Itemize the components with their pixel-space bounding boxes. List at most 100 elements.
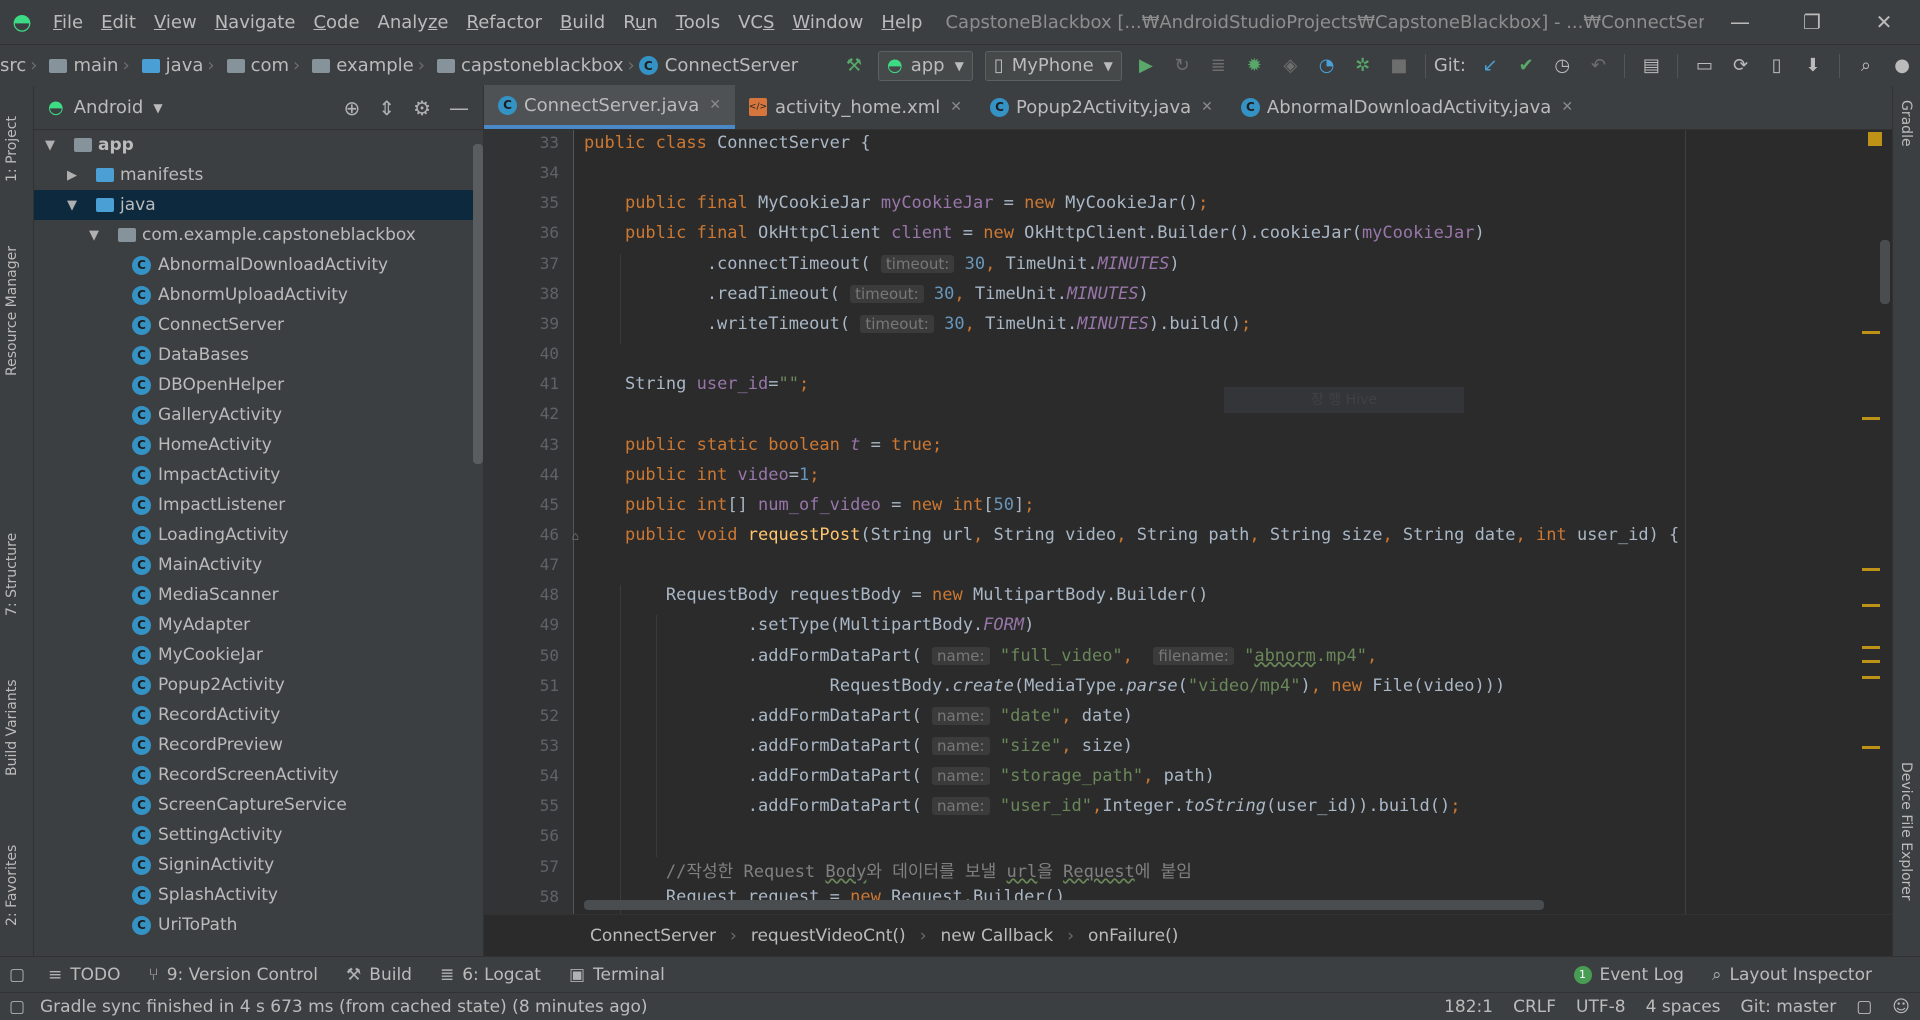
code-line[interactable]: .readTimeout( timeout: 30, TimeUnit.MINU… bbox=[584, 284, 1149, 304]
device-manager-icon[interactable]: ▯ bbox=[1762, 50, 1792, 82]
sync-gradle-icon[interactable]: ⟳ bbox=[1726, 50, 1756, 82]
tool-tab-structure[interactable]: 7: Structure bbox=[4, 506, 20, 616]
nav-crumb-capstoneblackbox[interactable]: capstoneblackbox › bbox=[429, 55, 639, 76]
code-line[interactable]: .addFormDataPart( name: "date", date) bbox=[584, 706, 1133, 726]
tool-window-build[interactable]: ⚒ Build bbox=[346, 965, 412, 985]
code-crumb[interactable]: requestVideoCnt() bbox=[751, 926, 906, 946]
gear-icon[interactable]: ⚙ bbox=[413, 96, 431, 120]
run-config-select[interactable]: ◓ app ▼ bbox=[877, 50, 973, 81]
warning-marker[interactable] bbox=[1862, 676, 1880, 679]
warning-icon[interactable] bbox=[1868, 132, 1882, 146]
chevron-down-icon[interactable]: ▼ bbox=[42, 138, 58, 153]
menu-refactor[interactable]: Refactor bbox=[457, 12, 551, 33]
tree-item-com-example-capstoneblackbox[interactable]: ▼ com.example.capstoneblackbox bbox=[34, 220, 483, 250]
git-history-icon[interactable]: ◷ bbox=[1547, 50, 1577, 82]
tree-item-impactlistener[interactable]: C ImpactListener bbox=[34, 490, 483, 520]
chevron-down-icon[interactable]: ▼ bbox=[153, 101, 162, 115]
code-line[interactable]: public static boolean t = true; bbox=[584, 435, 942, 455]
close-tab-icon[interactable]: ✕ bbox=[709, 97, 721, 113]
git-update-icon[interactable]: ↙ bbox=[1475, 50, 1505, 82]
code-line[interactable]: public void requestPost(String url, Stri… bbox=[584, 525, 1679, 545]
tree-item-recordpreview[interactable]: C RecordPreview bbox=[34, 730, 483, 760]
editor-tab[interactable]: </> activity_home.xml ✕ bbox=[735, 85, 976, 129]
warning-marker[interactable] bbox=[1862, 417, 1880, 420]
hide-panel-icon[interactable]: — bbox=[449, 96, 469, 120]
tree-item-databases[interactable]: C DataBases bbox=[34, 340, 483, 370]
editor-tab[interactable]: C ConnectServer.java ✕ bbox=[484, 85, 735, 129]
tree-item-homeactivity[interactable]: C HomeActivity bbox=[34, 430, 483, 460]
close-button[interactable]: ✕ bbox=[1848, 10, 1920, 34]
minimize-button[interactable]: — bbox=[1704, 10, 1776, 34]
toggle-tool-windows-icon[interactable]: ▢ bbox=[0, 965, 34, 985]
close-tab-icon[interactable]: ✕ bbox=[1201, 99, 1213, 115]
tree-item-popup2activity[interactable]: C Popup2Activity bbox=[34, 670, 483, 700]
code-crumb[interactable]: onFailure() bbox=[1088, 926, 1178, 946]
file-encoding[interactable]: UTF-8 bbox=[1576, 997, 1626, 1017]
stop-icon[interactable]: ■ bbox=[1384, 50, 1414, 82]
tree-item-galleryactivity[interactable]: C GalleryActivity bbox=[34, 400, 483, 430]
tool-tab-device-file-explorer[interactable]: Device File Explorer bbox=[1898, 762, 1914, 952]
tree-item-signinactivity[interactable]: C SigninActivity bbox=[34, 850, 483, 880]
coverage-icon[interactable]: ◈ bbox=[1275, 50, 1305, 82]
tree-item-recordactivity[interactable]: C RecordActivity bbox=[34, 700, 483, 730]
tool-tab-resource-manager[interactable]: Resource Manager bbox=[4, 236, 20, 376]
code-line[interactable]: .addFormDataPart( name: "full_video", fi… bbox=[584, 646, 1377, 666]
nav-crumb-example[interactable]: example › bbox=[304, 55, 429, 76]
status-message[interactable]: Gradle sync finished in 4 s 673 ms (from… bbox=[40, 997, 1424, 1017]
menu-code[interactable]: Code bbox=[304, 12, 368, 33]
chevron-down-icon[interactable]: ▼ bbox=[86, 228, 102, 243]
close-tab-icon[interactable]: ✕ bbox=[1561, 99, 1573, 115]
tree-item-connectserver[interactable]: C ConnectServer bbox=[34, 310, 483, 340]
warning-marker[interactable] bbox=[1862, 746, 1880, 749]
caret-position[interactable]: 182:1 bbox=[1444, 997, 1493, 1017]
tool-window-terminal[interactable]: ▣ Terminal bbox=[569, 965, 665, 985]
nav-crumb-connectserver[interactable]: C ConnectServer bbox=[638, 55, 798, 76]
tool-tab-project[interactable]: 1: Project bbox=[4, 92, 20, 182]
code-crumb[interactable]: ConnectServer bbox=[590, 926, 716, 946]
code-lines[interactable]: public class ConnectServer { public fina… bbox=[584, 130, 1856, 914]
code-line[interactable]: public final MyCookieJar myCookieJar = n… bbox=[584, 193, 1208, 213]
editor-vertical-scrollbar[interactable] bbox=[1880, 240, 1890, 304]
code-line[interactable]: .setType(MultipartBody.FORM) bbox=[584, 615, 1035, 635]
git-branch[interactable]: Git: master bbox=[1741, 997, 1837, 1017]
tool-tab-gradle[interactable]: Gradle bbox=[1898, 100, 1914, 180]
code-line[interactable]: .writeTimeout( timeout: 30, TimeUnit.MIN… bbox=[584, 314, 1251, 334]
profile-icon[interactable]: ◔ bbox=[1312, 50, 1342, 82]
code-line[interactable]: RequestBody.create(MediaType.parse("vide… bbox=[584, 676, 1506, 696]
tree-item-uritopath[interactable]: C UriToPath bbox=[34, 910, 483, 940]
code-line[interactable]: public class ConnectServer { bbox=[584, 133, 871, 153]
tree-item-dbopenhelper[interactable]: C DBOpenHelper bbox=[34, 370, 483, 400]
chevron-down-icon[interactable]: ▼ bbox=[64, 198, 80, 213]
chevron-right-icon[interactable]: ▶ bbox=[64, 168, 80, 183]
device-select[interactable]: ▯ MyPhone ▼ bbox=[984, 50, 1122, 81]
status-toggle-icon[interactable]: ▢ bbox=[0, 997, 34, 1017]
avd-manager-icon[interactable]: ▭ bbox=[1689, 50, 1719, 82]
warning-marker[interactable] bbox=[1862, 568, 1880, 571]
code-crumb[interactable]: new Callback bbox=[941, 926, 1054, 946]
fold-icon[interactable]: ⌂ bbox=[572, 529, 579, 543]
restore-button[interactable]: ❐ bbox=[1776, 10, 1848, 34]
editor-tab[interactable]: C AbnormalDownloadActivity.java ✕ bbox=[1227, 85, 1587, 129]
line-separator[interactable]: CRLF bbox=[1513, 997, 1556, 1017]
nav-crumb-src[interactable]: src › bbox=[0, 55, 41, 76]
tree-item-splashactivity[interactable]: C SplashActivity bbox=[34, 880, 483, 910]
git-rollback-icon[interactable]: ↶ bbox=[1583, 50, 1613, 82]
tree-item-app[interactable]: ▼ app bbox=[34, 130, 483, 160]
lock-icon[interactable]: ▢ bbox=[1856, 997, 1872, 1017]
tree-item-java[interactable]: ▼ java bbox=[34, 190, 483, 220]
nav-crumb-java[interactable]: java › bbox=[134, 55, 219, 76]
editor-tab[interactable]: C Popup2Activity.java ✕ bbox=[976, 85, 1227, 129]
tree-item-loadingactivity[interactable]: C LoadingActivity bbox=[34, 520, 483, 550]
sdk-manager-icon[interactable]: ⬇ bbox=[1798, 50, 1828, 82]
tree-item-mainactivity[interactable]: C MainActivity bbox=[34, 550, 483, 580]
tool-tab-build-variants[interactable]: Build Variants bbox=[4, 666, 20, 776]
tool-window-todo[interactable]: ≡ TODO bbox=[48, 965, 121, 985]
menu-build[interactable]: Build bbox=[551, 12, 614, 33]
code-line[interactable]: .connectTimeout( timeout: 30, TimeUnit.M… bbox=[584, 254, 1180, 274]
tree-item-screencaptureservice[interactable]: C ScreenCaptureService bbox=[34, 790, 483, 820]
collapse-all-icon[interactable]: ⇕ bbox=[378, 96, 395, 120]
attach-debugger-icon[interactable]: ✲ bbox=[1348, 50, 1378, 82]
warning-marker[interactable] bbox=[1862, 331, 1880, 334]
tool-window-6-logcat[interactable]: ≣ 6: Logcat bbox=[440, 965, 541, 985]
search-icon[interactable]: ⌕ bbox=[1851, 50, 1881, 82]
